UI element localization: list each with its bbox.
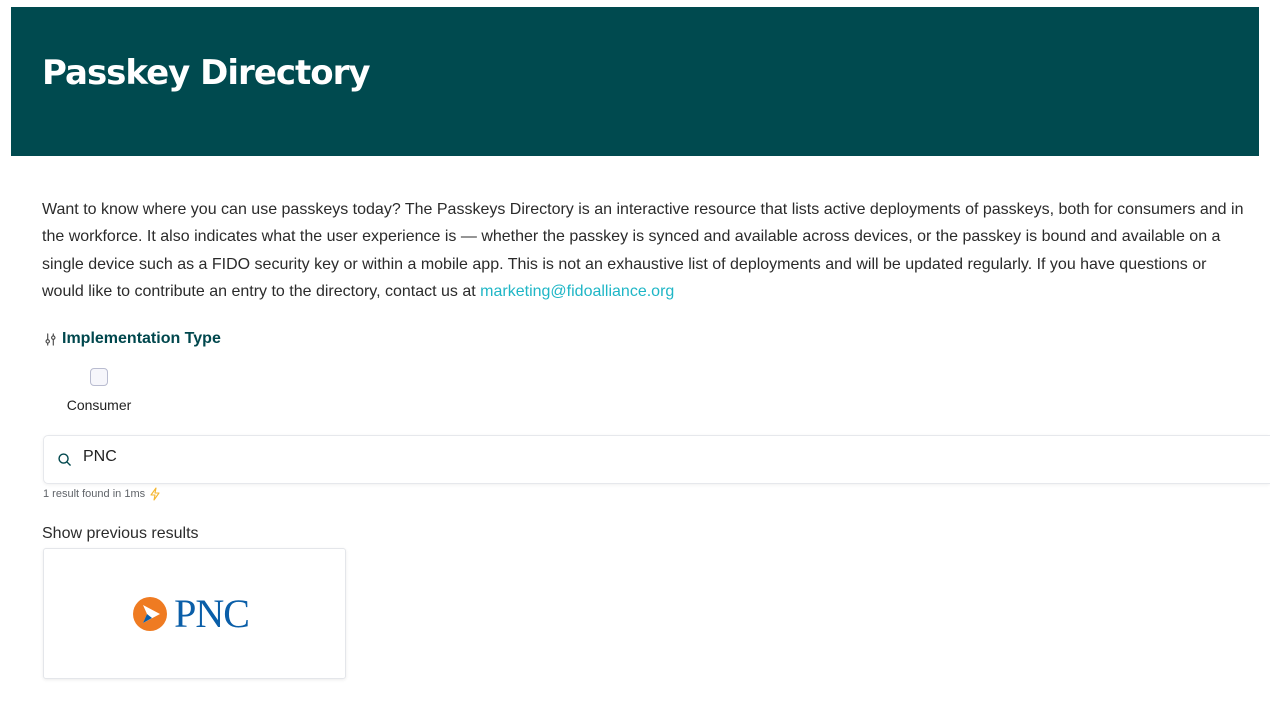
search-stats: 1 result found in 1ms xyxy=(43,487,162,501)
result-card[interactable]: PNC xyxy=(43,548,346,679)
search-stats-text: 1 result found in 1ms xyxy=(43,488,146,500)
search-icon xyxy=(58,453,71,466)
pnc-logo-text: PNC xyxy=(174,590,250,636)
search-input[interactable] xyxy=(83,448,1183,466)
pnc-logo: PNC xyxy=(132,590,250,636)
filter-heading-label: Implementation Type xyxy=(62,330,221,347)
filter-heading[interactable]: Implementation Type xyxy=(44,330,221,348)
search-box[interactable] xyxy=(43,435,1270,484)
contact-email-link[interactable]: marketing@fidoalliance.org xyxy=(480,283,674,300)
page-title: Passkey Directory xyxy=(42,53,371,93)
filter-sliders-icon xyxy=(45,332,56,346)
show-previous-results[interactable]: Show previous results xyxy=(42,525,199,543)
lightning-icon xyxy=(150,487,160,501)
filter-option-consumer[interactable]: Consumer xyxy=(66,368,132,413)
consumer-checkbox[interactable] xyxy=(90,368,108,386)
consumer-checkbox-label: Consumer xyxy=(66,397,132,413)
pnc-logo-icon xyxy=(133,596,168,631)
intro-paragraph: Want to know where you can use passkeys … xyxy=(42,196,1247,305)
page-header: Passkey Directory xyxy=(11,7,1259,156)
